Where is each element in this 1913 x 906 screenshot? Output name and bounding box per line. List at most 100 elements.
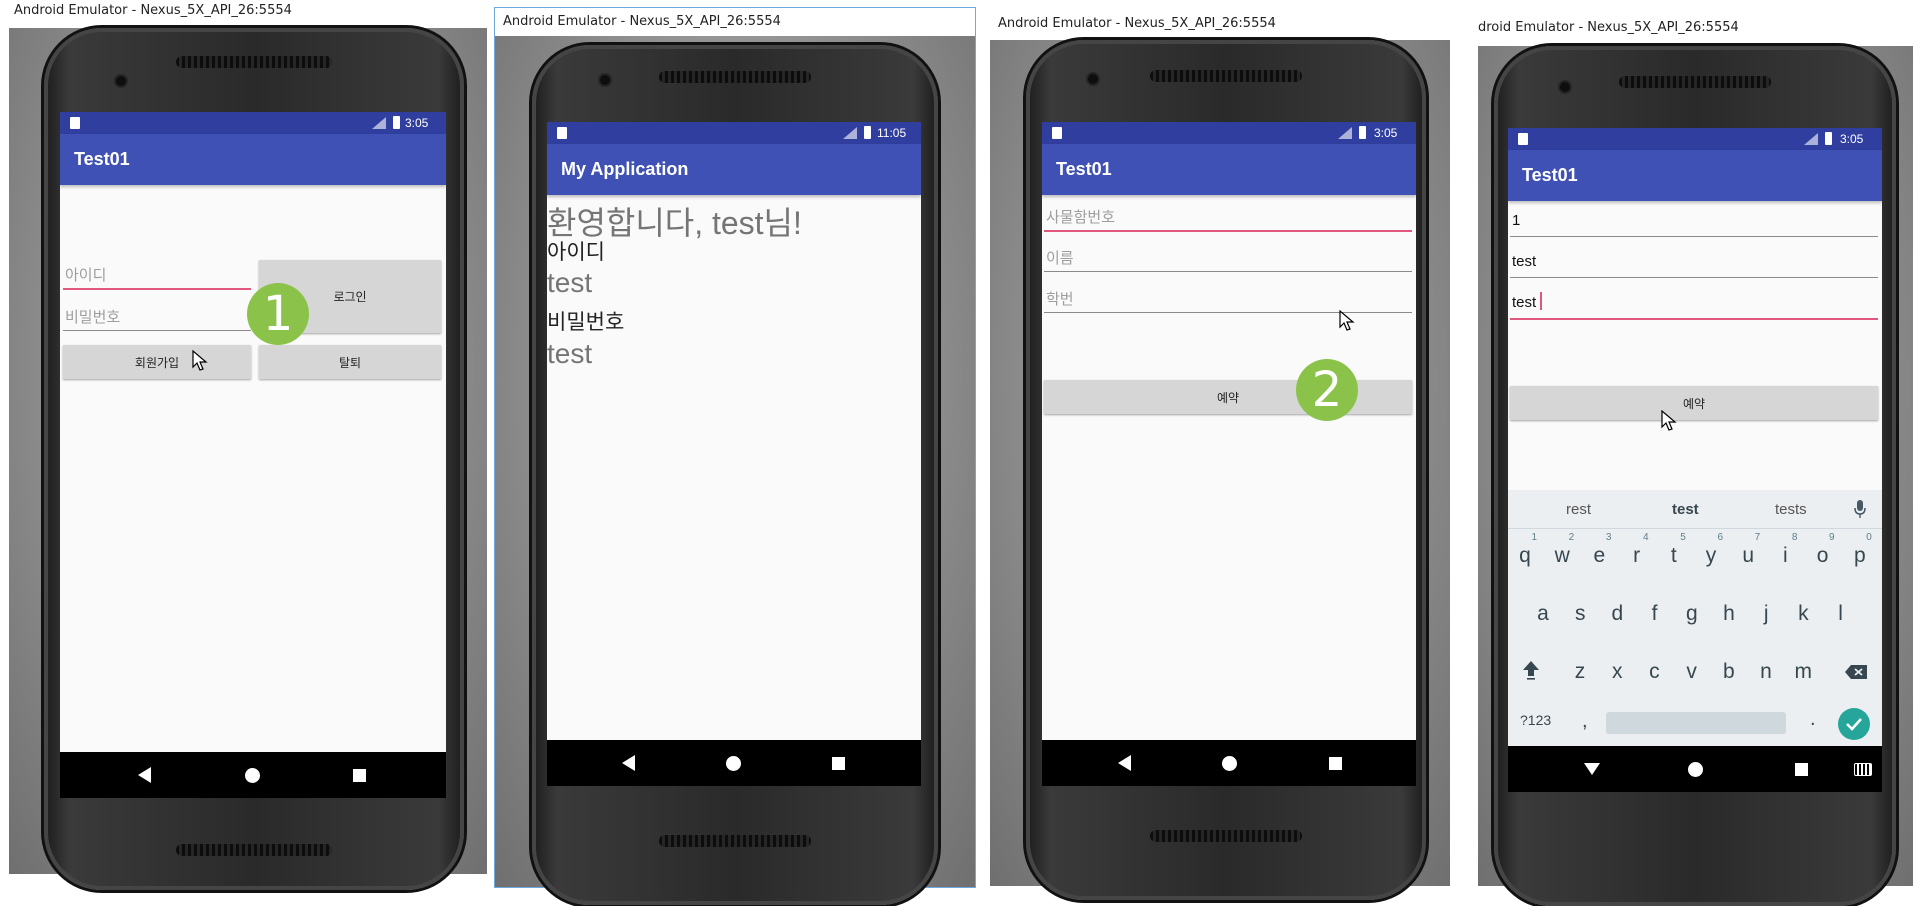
key-m[interactable]: m [1788, 648, 1818, 688]
key-label: h [1723, 602, 1735, 625]
keyboard-switch-icon[interactable] [1854, 763, 1872, 776]
home-icon[interactable] [1222, 756, 1237, 771]
withdraw-button[interactable]: 탈퇴 [259, 345, 441, 379]
period-key[interactable]: . [1810, 708, 1816, 731]
device-screen: 11:05 My Application 환영합니다, test님! 아이디 t… [547, 122, 921, 786]
suggestion-2[interactable]: test [1672, 501, 1699, 518]
name-input[interactable]: 이름 [1044, 241, 1412, 272]
key-label: m [1794, 660, 1812, 683]
key-t[interactable]: 5t [1659, 532, 1689, 572]
symbols-key[interactable]: ?123 [1520, 712, 1551, 728]
shift-key-icon[interactable] [1522, 660, 1540, 680]
key-f[interactable]: f [1640, 590, 1670, 630]
app-title: Test01 [74, 149, 130, 169]
key-d[interactable]: d [1602, 590, 1632, 630]
key-w[interactable]: 2w [1547, 532, 1577, 572]
key-p[interactable]: 0p [1845, 532, 1875, 572]
recent-apps-icon[interactable] [1795, 763, 1808, 776]
key-k[interactable]: k [1788, 590, 1818, 630]
key-i[interactable]: 8i [1770, 532, 1800, 572]
status-bar: 11:05 [547, 122, 921, 144]
hide-keyboard-icon[interactable] [1584, 763, 1600, 775]
back-icon[interactable] [138, 767, 151, 783]
key-label: o [1816, 544, 1829, 567]
recent-apps-icon[interactable] [832, 757, 845, 770]
space-bar[interactable] [1606, 712, 1786, 734]
enter-key[interactable] [1838, 708, 1870, 740]
key-v[interactable]: v [1677, 648, 1707, 688]
home-icon[interactable] [245, 768, 260, 783]
back-icon[interactable] [1118, 755, 1131, 771]
key-e[interactable]: 3e [1584, 532, 1614, 572]
battery-icon [393, 116, 400, 129]
password-placeholder: 비밀번호 [65, 309, 121, 326]
recent-apps-icon[interactable] [1329, 757, 1342, 770]
key-label: k [1798, 602, 1809, 625]
password-input[interactable]: 비밀번호 [63, 300, 251, 331]
top-speaker [659, 71, 811, 83]
key-o[interactable]: 9o [1808, 532, 1838, 572]
battery-icon [1359, 126, 1366, 139]
app-bar: Test01 [1508, 150, 1882, 201]
app-bar: Test01 [1042, 144, 1416, 195]
locker-number-input[interactable]: 1 [1510, 206, 1878, 237]
key-g[interactable]: g [1677, 590, 1707, 630]
microphone-icon[interactable] [1854, 500, 1866, 518]
soft-keyboard: rest test tests 1q2w3e4r5t6y7u8i9o0p asd… [1508, 490, 1882, 746]
backspace-key-icon[interactable] [1844, 664, 1868, 680]
signal-icon [372, 117, 386, 129]
key-label: t [1670, 544, 1677, 567]
key-label: j [1763, 602, 1769, 625]
student-id-input[interactable]: 학번 [1044, 282, 1412, 313]
step-badge: 2 [1296, 359, 1358, 421]
key-l[interactable]: l [1826, 590, 1856, 630]
status-bar: 3:05 [1508, 128, 1882, 150]
recent-apps-icon[interactable] [353, 769, 366, 782]
id-label: 아이디 [547, 241, 605, 264]
key-hint: 2 [1568, 532, 1575, 543]
key-hint: 4 [1643, 532, 1649, 543]
key-z[interactable]: z [1565, 648, 1595, 688]
reserve-button[interactable]: 예약 [1510, 386, 1878, 420]
key-c[interactable]: c [1639, 648, 1669, 688]
home-icon[interactable] [726, 756, 741, 771]
key-s[interactable]: s [1565, 590, 1595, 630]
key-h[interactable]: h [1714, 590, 1744, 630]
suggestion-3[interactable]: tests [1775, 501, 1807, 518]
key-a[interactable]: a [1528, 590, 1558, 630]
device-screen: 3:05 Test01 아이디 비밀번호 로그인 회원가입 탈퇴 [60, 112, 446, 798]
password-label: 비밀번호 [547, 311, 625, 334]
app-bar: Test01 [60, 134, 446, 185]
key-u[interactable]: 7u [1733, 532, 1763, 572]
app-title: Test01 [1522, 165, 1578, 185]
suggestion-1[interactable]: rest [1566, 501, 1591, 518]
key-label: v [1686, 660, 1697, 683]
sd-card-icon [1518, 133, 1528, 145]
app-title: Test01 [1056, 159, 1112, 179]
emulator-window-2: Android Emulator - Nexus_5X_API_26:5554 … [494, 7, 976, 905]
comma-key[interactable]: , [1582, 710, 1588, 733]
name-input[interactable]: test [1510, 247, 1878, 278]
home-icon[interactable] [1688, 762, 1703, 777]
device-screen: 3:05 Test01 1 test test 예약 rest test tes… [1508, 128, 1882, 792]
window-title: droid Emulator - Nexus_5X_API_26:5554 [1478, 20, 1739, 35]
sd-card-icon [70, 117, 80, 129]
status-time: 3:05 [1840, 132, 1864, 146]
student-id-input[interactable]: test [1510, 288, 1878, 320]
sd-card-icon [1052, 127, 1062, 139]
key-label: i [1783, 544, 1788, 567]
key-y[interactable]: 6y [1696, 532, 1726, 572]
bottom-speaker [176, 844, 332, 856]
key-j[interactable]: j [1751, 590, 1781, 630]
back-icon[interactable] [622, 755, 635, 771]
key-n[interactable]: n [1751, 648, 1781, 688]
key-q[interactable]: 1q [1510, 532, 1540, 572]
status-time: 3:05 [405, 116, 429, 130]
id-input[interactable]: 아이디 [63, 258, 251, 290]
suggestion-strip: rest test tests [1508, 490, 1882, 529]
signup-button[interactable]: 회원가입 [63, 345, 251, 379]
key-r[interactable]: 4r [1622, 532, 1652, 572]
key-b[interactable]: b [1714, 648, 1744, 688]
locker-number-input[interactable]: 사물함번호 [1044, 200, 1412, 232]
key-x[interactable]: x [1602, 648, 1632, 688]
